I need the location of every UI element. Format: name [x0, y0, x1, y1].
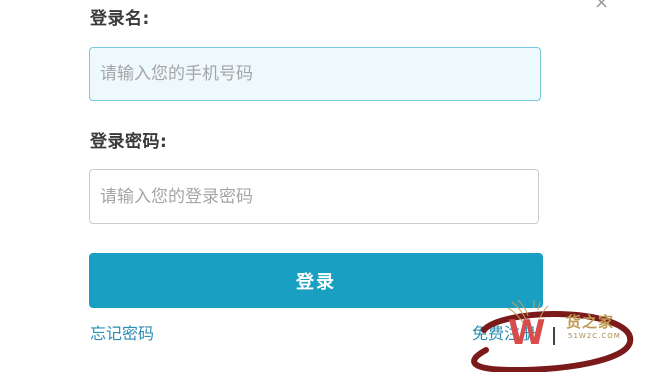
login-button[interactable]: 登录 — [89, 253, 543, 308]
username-label: 登录名: — [90, 9, 150, 29]
password-label: 登录密码: — [90, 132, 168, 152]
watermark-subtext: 51W2C.COM — [568, 332, 621, 340]
close-icon[interactable]: × — [594, 0, 609, 12]
password-input[interactable] — [89, 169, 539, 224]
free-register-link[interactable]: 免费注册 — [472, 323, 536, 345]
text-cursor — [553, 327, 555, 345]
watermark-text: 货之家 — [566, 313, 615, 331]
forgot-password-link[interactable]: 忘记密码 — [90, 323, 154, 345]
username-input[interactable] — [89, 47, 541, 101]
